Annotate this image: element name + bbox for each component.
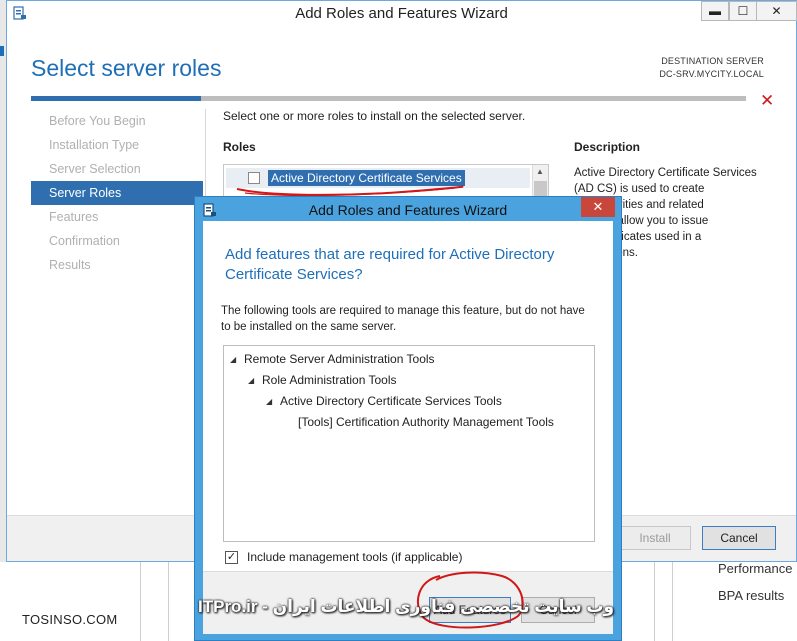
bpa-results-link[interactable]: BPA results: [718, 588, 784, 603]
maximize-button[interactable]: ☐: [729, 1, 757, 21]
window-title: Add Roles and Features Wizard: [295, 5, 508, 22]
destination-server-name: DC-SRV.MYCITY.LOCAL: [659, 69, 764, 79]
description-heading: Description: [574, 140, 641, 154]
wizard-nav: Before You Begin Installation Type Serve…: [31, 109, 203, 277]
nav-item-before-you-begin[interactable]: Before You Begin: [31, 109, 203, 133]
watermark-left: TOSINSO.COM: [22, 612, 118, 627]
required-features-tree[interactable]: ◢ Remote Server Administration Tools ◢ Rol…: [223, 345, 595, 542]
page-title: Select server roles: [31, 55, 222, 81]
background-blue-marker: [0, 46, 4, 56]
close-icon: ✕: [592, 199, 604, 214]
tree-item[interactable]: ◢ Role Administration Tools: [248, 373, 397, 387]
error-x-icon: ✕: [760, 91, 775, 110]
dialog-body: Add features that are required for Activ…: [203, 221, 613, 634]
cancel-button[interactable]: Cancel: [702, 526, 776, 550]
include-tools-checkbox[interactable]: ✓: [225, 551, 238, 564]
expand-arrow-icon[interactable]: ◢: [266, 397, 280, 406]
add-features-dialog: Add Roles and Features Wizard ✕ Add feat…: [194, 196, 622, 641]
tree-item[interactable]: ◢ Active Directory Certificate Services T…: [266, 394, 502, 408]
tree-item-label: Role Administration Tools: [262, 373, 397, 387]
destination-server-label: DESTINATION SERVER: [661, 56, 764, 66]
scroll-up-icon[interactable]: ▲: [536, 167, 544, 176]
nav-item-confirmation[interactable]: Confirmation: [31, 229, 203, 253]
nav-item-server-selection[interactable]: Server Selection: [31, 157, 203, 181]
description-line: Active Directory Certificate Services: [574, 167, 757, 179]
dialog-title: Add Roles and Features Wizard: [308, 202, 508, 218]
install-button[interactable]: Install: [619, 526, 691, 550]
background-column-divider: [168, 562, 169, 641]
watermark-persian: وب سایت تخصصی فناوری اطلاعات ایران - ITP…: [198, 597, 615, 616]
nav-item-installation-type[interactable]: Installation Type: [31, 133, 203, 157]
checkmark-icon: ✓: [226, 551, 237, 563]
minimize-button[interactable]: ▬: [701, 1, 729, 21]
close-window-button[interactable]: ✕: [757, 1, 797, 21]
roles-instruction: Select one or more roles to install on t…: [223, 109, 526, 123]
roles-heading: Roles: [223, 140, 256, 154]
dialog-description: The following tools are required to mana…: [221, 305, 585, 333]
background-column-divider: [654, 562, 655, 641]
expand-arrow-icon[interactable]: ◢: [248, 376, 262, 385]
tree-item-label: [Tools] Certification Authority Manageme…: [298, 415, 554, 429]
tree-item-label: Active Directory Certificate Services To…: [280, 394, 502, 408]
maximize-icon: ☐: [737, 4, 749, 18]
destination-server-info: DESTINATION SERVER DC-SRV.MYCITY.LOCAL: [659, 55, 764, 81]
tree-item[interactable]: ◢ Remote Server Administration Tools: [230, 352, 435, 366]
performance-link[interactable]: Performance: [718, 561, 792, 576]
nav-item-features[interactable]: Features: [31, 205, 203, 229]
background-column-divider: [140, 562, 141, 641]
nav-item-results[interactable]: Results: [31, 253, 203, 277]
progress-divider-accent: [31, 96, 201, 101]
description-line: (AD CS) is used to create: [574, 183, 705, 195]
dialog-close-button[interactable]: ✕: [581, 197, 615, 217]
tree-item-label: Remote Server Administration Tools: [244, 352, 435, 366]
main-title-bar[interactable]: Add Roles and Features Wizard ▬ ☐ ✕: [7, 1, 797, 26]
dialog-title-bar[interactable]: Add Roles and Features Wizard ✕: [195, 197, 621, 221]
expand-arrow-icon[interactable]: ◢: [230, 355, 244, 364]
minimize-icon: ▬: [709, 4, 721, 18]
tree-item[interactable]: [Tools] Certification Authority Manageme…: [298, 415, 554, 429]
background-column-divider: [672, 562, 673, 641]
close-icon: ✕: [771, 4, 782, 18]
nav-item-server-roles[interactable]: Server Roles: [31, 181, 203, 205]
include-tools-label: Include management tools (if applicable): [247, 550, 463, 564]
dialog-heading: Add features that are required for Activ…: [225, 246, 555, 283]
